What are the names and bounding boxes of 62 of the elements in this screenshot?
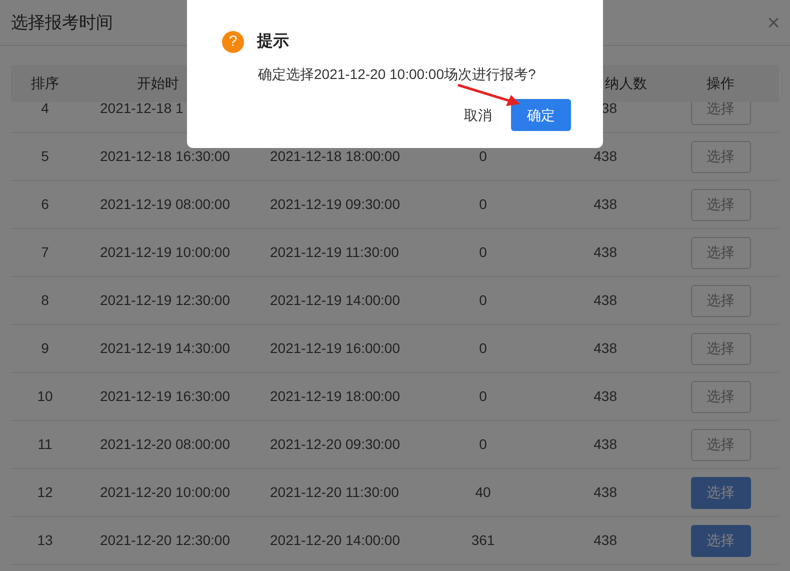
table-cell-text: 5	[41, 147, 49, 166]
table-cell-text: 4	[41, 102, 49, 118]
table-cell-text: 40	[475, 483, 491, 502]
table-cell-text: 2021-12-19 11:30:00	[270, 243, 399, 262]
table-cell-text: 2021-12-19 18:00:00	[270, 387, 400, 406]
column-header: 排序	[31, 74, 59, 93]
table-cell-text: 2021-12-19 16:00:00	[270, 339, 400, 358]
table-cell-text: 2021-12-20 12:30:00	[100, 531, 230, 550]
table-cell-text: 2021-12-20 10:00:00	[100, 483, 230, 502]
table-cell-text: 2021-12-18 1	[100, 102, 184, 118]
question-icon: ?	[222, 31, 244, 53]
table-cell-text: 438	[594, 195, 617, 214]
table-cell-text: 0	[479, 195, 487, 214]
table-cell-text: 2021-12-19 09:30:00	[270, 195, 400, 214]
table-cell-text: 2021-12-19 16:30:00	[100, 387, 230, 406]
table-cell-text: 438	[594, 483, 617, 502]
confirm-message: 确定选择2021-12-20 10:00:00场次进行报考?	[257, 65, 537, 84]
column-header: 开始时	[137, 74, 179, 93]
confirm-button[interactable]: 确定	[511, 99, 571, 131]
select-button[interactable]: 选择	[690, 476, 750, 508]
annotation-arrow	[456, 82, 522, 108]
table-cell-text: 438	[594, 435, 617, 454]
table-cell-text: 438	[594, 291, 617, 310]
table-cell-text: 2021-12-18 18:00:00	[270, 147, 400, 166]
table-cell-text: 2021-12-19 12:30:00	[100, 291, 230, 310]
table-cell-text: 2021-12-20 08:00:00	[100, 435, 230, 454]
table-cell-text: 361	[471, 531, 495, 550]
table-cell-text: 0	[479, 291, 487, 310]
table-cell-text: 11	[38, 435, 52, 454]
cancel-button[interactable]: 取消	[464, 104, 492, 126]
table-cell-text: 9	[41, 339, 49, 358]
table-cell-text: 10	[37, 387, 53, 406]
table-cell-text: 0	[479, 243, 487, 262]
table-cell-text: 2021-12-19 08:00:00	[100, 195, 230, 214]
table-cell-text: 12	[37, 483, 53, 502]
table-cell-text: 438	[594, 387, 617, 406]
confirm-title: 提示	[257, 32, 289, 52]
table-cell-text: 8	[41, 291, 49, 310]
table-cell-text: 0	[479, 387, 487, 406]
table-cell-text: 2021-12-19 10:00:00	[100, 243, 230, 262]
table-cell-text: 6	[41, 195, 49, 214]
table-cell-text: 0	[479, 435, 487, 454]
table-cell-text: 7	[41, 243, 49, 262]
table-cell-text: 13	[37, 531, 53, 550]
table-cell-text: 0	[479, 339, 487, 358]
table-cell-text: 438	[594, 531, 617, 550]
select-button[interactable]: 选择	[690, 524, 750, 556]
table-cell-text: 2021-12-18 16:30:00	[100, 147, 230, 166]
table-cell-text: 438	[594, 243, 617, 262]
column-header: 纳人数	[605, 74, 647, 93]
table-cell-text: 2021-12-19 14:00:00	[270, 291, 400, 310]
column-header: 操作	[706, 74, 734, 93]
dialog-title: 选择报考时间	[11, 12, 113, 34]
close-button[interactable]: ×	[767, 12, 780, 34]
table-cell-text: 2021-12-20 11:30:00	[270, 483, 399, 502]
table-cell-text: 0	[479, 147, 487, 166]
table-cell-text: 2021-12-20 09:30:00	[270, 435, 400, 454]
table-cell-text: 438	[594, 147, 617, 166]
table-cell-text: 2021-12-20 14:00:00	[270, 531, 400, 550]
table-cell-text: 2021-12-19 14:30:00	[100, 339, 230, 358]
table-cell-text: 38	[601, 102, 617, 118]
table-cell-text: 438	[594, 339, 617, 358]
